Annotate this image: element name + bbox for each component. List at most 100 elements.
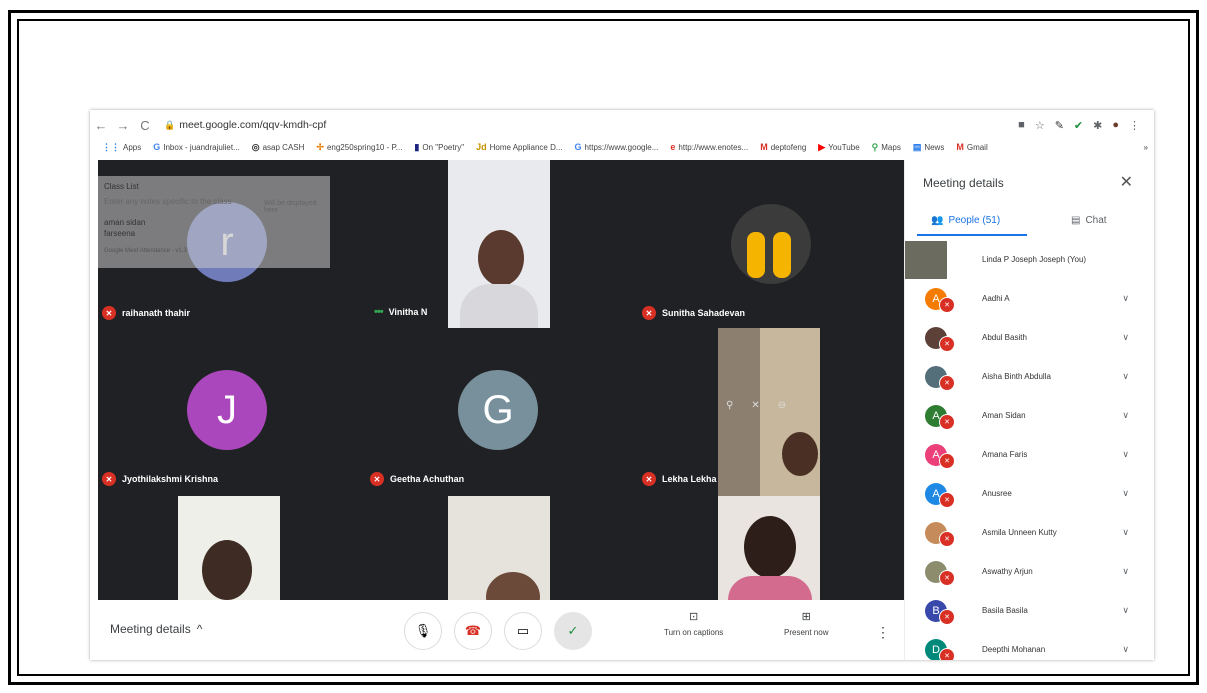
participant-tile[interactable] — [364, 496, 634, 600]
participant-name: ✕ raihanath thahir — [102, 306, 190, 320]
menu-icon[interactable]: ⋮ — [1129, 119, 1140, 132]
close-icon[interactable]: ✕ — [1120, 172, 1133, 192]
participant-row[interactable]: A ✕ Aman Sidan ∨ — [905, 396, 1137, 435]
participant-row[interactable]: ✕ Aisha Binth Abdulla ∨ — [905, 357, 1137, 396]
reload-icon[interactable]: C — [134, 118, 156, 133]
tab-chat[interactable]: ▤ Chat — [1071, 215, 1107, 226]
bookmark-eng250[interactable]: ✢ eng250spring10 - P... — [316, 142, 402, 153]
meeting-details-button[interactable]: Meeting details ^ — [110, 622, 202, 636]
present-now-button[interactable]: ⊞ Present now — [784, 610, 828, 637]
bookmark-google[interactable]: Ghttps://www.google... — [575, 142, 659, 152]
chevron-down-icon[interactable]: ∨ — [1122, 566, 1129, 577]
chevron-down-icon[interactable]: ∨ — [1122, 449, 1129, 460]
puzzle-icon[interactable]: ✱ — [1093, 119, 1102, 132]
leave-call-button[interactable]: ☎ — [454, 612, 492, 650]
bookmark-maps[interactable]: ⚲ Maps — [872, 142, 901, 153]
bookmark-poetry[interactable]: ▮ On "Poetry" — [414, 142, 464, 153]
check-button[interactable]: ✓ — [554, 612, 592, 650]
video-feed — [448, 496, 550, 600]
meeting-details-panel: Meeting details ✕ 👥 People (51) ▤ Chat Lin… — [904, 160, 1149, 660]
mic-off-icon: ✕ — [939, 336, 955, 352]
mic-off-icon: ✕ — [939, 297, 955, 313]
participant-row[interactable]: A ✕ Aadhi A ∨ — [905, 279, 1137, 318]
mic-off-icon: ✕ — [939, 531, 955, 547]
participant-tile[interactable] — [634, 496, 904, 600]
chevron-down-icon[interactable]: ∨ — [1122, 527, 1129, 538]
mic-off-icon: ✕ — [939, 648, 955, 660]
bookmark-youtube[interactable]: ▶ YouTube — [818, 142, 859, 153]
avatar: G — [458, 370, 538, 450]
tab-people[interactable]: 👥 People (51) — [931, 215, 1000, 226]
more-bookmarks[interactable]: » — [1144, 143, 1154, 152]
bookmark-apps[interactable]: ⋮⋮ Apps — [102, 142, 141, 153]
bookmark-home-appliance[interactable]: Jd Home Appliance D... — [476, 142, 562, 152]
gmail-icon: M — [956, 142, 964, 152]
extension-icon[interactable]: ✎ — [1055, 119, 1064, 132]
maps-icon: ⚲ — [871, 141, 879, 152]
bookmark-news[interactable]: ▤ News — [913, 142, 945, 153]
chat-icon: ▤ — [1071, 215, 1081, 226]
participant-row[interactable]: ✕ Aswathy Arjun ∨ — [905, 552, 1137, 591]
overlay-footer: Google Meet Attendance - v1.3 — [104, 248, 187, 254]
participant-row[interactable]: A ✕ Amana Faris ∨ — [905, 435, 1137, 474]
back-icon[interactable]: ← — [90, 118, 112, 133]
bookmark-inbox[interactable]: G Inbox - juandrajuliet... — [153, 142, 240, 152]
participant-tile[interactable]: r Class List Enter any notes specific to… — [98, 160, 364, 328]
site-icon: ◎ — [251, 141, 260, 152]
participant-row-you[interactable]: Linda P Joseph Joseph (You) — [905, 240, 1137, 279]
chevron-down-icon[interactable]: ∨ — [1122, 410, 1129, 421]
participant-tile[interactable]: ⚲ ✕ ⊖ ✕ Lekha Lekha — [634, 328, 904, 496]
check-extension-icon[interactable]: ✔ — [1074, 119, 1083, 132]
bookmark-deptofeng[interactable]: Mdeptofeng — [760, 142, 806, 152]
chevron-down-icon[interactable]: ∨ — [1122, 644, 1129, 655]
chevron-down-icon[interactable]: ∨ — [1122, 488, 1129, 499]
bookmark-enotes[interactable]: e http://www.enotes... — [670, 142, 748, 152]
participant-tile[interactable]: G ✕ Geetha Achuthan — [364, 328, 634, 496]
forward-icon[interactable]: → — [112, 118, 134, 133]
google-icon: G — [574, 142, 582, 152]
chevron-down-icon[interactable]: ∨ — [1122, 332, 1129, 343]
pin-icon[interactable]: ⚲ — [726, 400, 733, 411]
video-feed — [448, 160, 550, 328]
person-head — [202, 540, 252, 600]
star-icon[interactable]: ☆ — [1035, 119, 1045, 132]
captions-button[interactable]: ⊡ Turn on captions — [664, 610, 723, 637]
participant-row[interactable]: ✕ Asmila Unneen Kutty ∨ — [905, 513, 1137, 552]
avatar-figure — [773, 232, 791, 278]
participant-tile[interactable]: ✕ Sunitha Sahadevan — [634, 160, 904, 328]
chevron-down-icon[interactable]: ∨ — [1122, 371, 1129, 382]
bookmark-asap-cash[interactable]: ◎ asap CASH — [252, 142, 305, 153]
chevron-down-icon[interactable]: ∨ — [1122, 605, 1129, 616]
participant-name: ✕ Lekha Lekha — [642, 472, 717, 486]
participant-row[interactable]: A ✕ Anusree ∨ — [905, 474, 1137, 513]
lock-icon: 🔒 — [164, 119, 176, 130]
microphone-button[interactable]: 🎙 — [404, 612, 442, 650]
person-body — [460, 284, 538, 328]
participant-tile[interactable]: J ✕ Jyothilakshmi Krishna — [98, 328, 364, 496]
participant-row[interactable]: B ✕ Basila Basila ∨ — [905, 591, 1137, 630]
mic-off-icon: ✕ — [939, 609, 955, 625]
profile-icon[interactable]: ● — [1112, 119, 1119, 132]
self-video-thumbnail — [905, 240, 947, 279]
camera-button[interactable]: ▭ — [504, 612, 542, 650]
bookmark-gmail[interactable]: M Gmail — [956, 142, 987, 152]
chevron-down-icon[interactable]: ∨ — [1122, 293, 1129, 304]
camera-icon[interactable]: ■ — [1018, 119, 1025, 132]
overlay-title: Class List — [104, 182, 139, 191]
participant-tile[interactable]: ••• Vinitha N — [364, 160, 634, 328]
more-options-icon[interactable]: ⋮ — [876, 624, 890, 641]
mute-participant-icon[interactable]: ✕ — [751, 400, 759, 411]
panel-title: Meeting details — [923, 176, 1004, 190]
mic-off-icon: ✕ — [642, 472, 656, 486]
video-feed — [178, 496, 280, 600]
pinwheel-icon: ✢ — [316, 141, 324, 152]
url-text[interactable]: meet.google.com/qqv-kmdh-cpf — [179, 119, 326, 131]
mic-off-icon: ✕ — [370, 472, 384, 486]
google-icon: G — [153, 142, 161, 152]
participant-row[interactable]: ✕ Abdul Basith ∨ — [905, 318, 1137, 357]
participant-row[interactable]: D ✕ Deepthi Mohanan ∨ — [905, 630, 1137, 660]
remove-icon[interactable]: ⊖ — [778, 400, 786, 411]
overlay-name: farseena — [104, 229, 136, 238]
check-icon: ✓ — [567, 623, 579, 638]
participant-tile[interactable] — [98, 496, 364, 600]
